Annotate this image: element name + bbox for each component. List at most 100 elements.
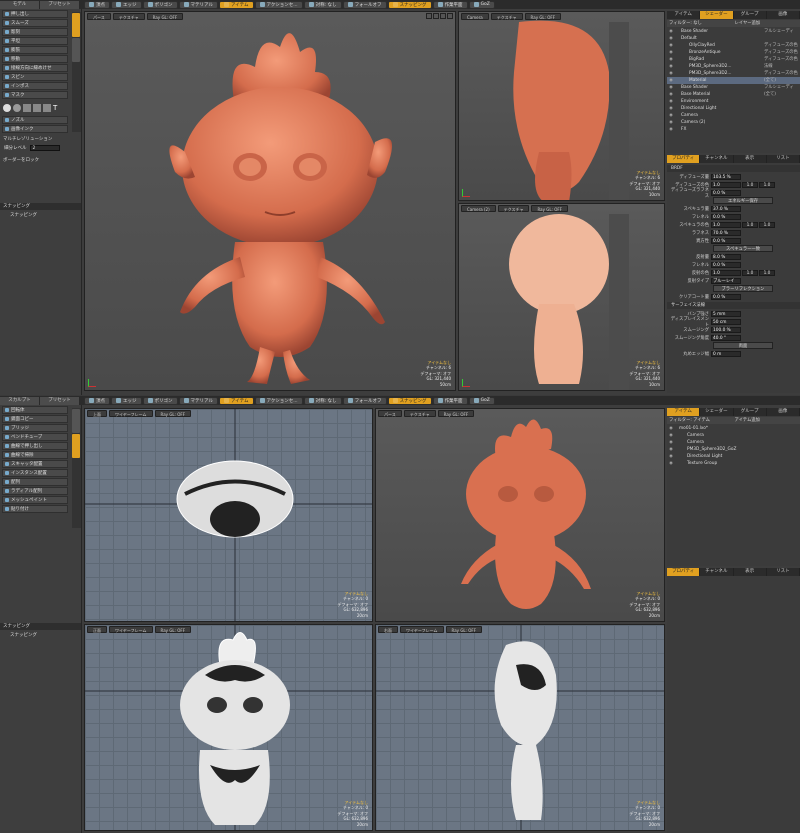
shader-tree-row[interactable]: ◉ Environment [667, 98, 800, 105]
text-icon[interactable]: T [53, 104, 61, 112]
mode-tab[interactable]: エッジ [111, 0, 142, 9]
property-value-field[interactable]: ブルーレイ [711, 277, 741, 284]
visibility-eye-icon[interactable]: ◉ [667, 453, 675, 460]
specular-match-button[interactable]: スペキュラー一致 [713, 245, 773, 252]
add-layer-dropdown[interactable]: レイヤー追加 [735, 20, 800, 27]
vtab-mesh[interactable] [72, 434, 80, 458]
tool-button[interactable]: 鏡面コピー [2, 415, 68, 423]
tool-button[interactable]: 彫刻 [2, 28, 68, 36]
add-item-dropdown[interactable]: アイテム追加 [735, 417, 800, 424]
property-value-field[interactable]: 50 cm [711, 318, 741, 325]
mode-tab[interactable]: アイテム [218, 0, 254, 9]
property-value-field[interactable]: 0.0 % [711, 189, 741, 196]
item-tree-row[interactable]: ◉ Camera [667, 439, 800, 446]
visibility-eye-icon[interactable]: ◉ [667, 35, 675, 42]
property-value-field[interactable]: 8.0 % [711, 253, 741, 260]
mode-tab[interactable]: ポリゴン [142, 396, 178, 405]
shader-tree-row[interactable]: ◉ Base Shader フルシェーディ [667, 28, 800, 35]
item-tree-row[interactable]: ◉ mo01-01.lxo* [667, 425, 800, 432]
shader-tree-row[interactable]: ◉ OllyClayRed ディフューズの色 [667, 42, 800, 49]
item-tree-row[interactable]: ◉ PM3D_Sphere3D2_GoZ [667, 446, 800, 453]
tool-button[interactable]: 膨張 [2, 46, 68, 54]
prop-tab[interactable]: 表示 [734, 155, 767, 163]
mode-tab[interactable]: アイテム [218, 396, 254, 405]
property-value-field[interactable]: 5 mm [711, 310, 741, 317]
visibility-eye-icon[interactable]: ◉ [667, 439, 675, 446]
nozzle-tool[interactable]: ノズル [2, 116, 68, 124]
tab-groups[interactable]: グループ [734, 11, 767, 19]
tool-button[interactable]: ラディアル配列 [2, 487, 68, 495]
visibility-eye-icon[interactable]: ◉ [667, 84, 675, 91]
subdiv-field[interactable]: 2 [29, 145, 60, 151]
shader-tree-row[interactable]: ◉ Directional Light [667, 105, 800, 112]
visibility-eye-icon[interactable]: ◉ [667, 77, 675, 84]
visibility-eye-icon[interactable]: ◉ [667, 432, 675, 439]
tab-images[interactable]: 画像 [767, 408, 800, 416]
tool-button[interactable]: 押し出し [2, 10, 68, 18]
tab-shader[interactable]: シェーダー [700, 408, 734, 416]
shader-tree-row[interactable]: ◉ FX [667, 126, 800, 133]
tool-button[interactable]: 移動 [2, 55, 68, 63]
shader-tree-row[interactable]: ◉ Base Shader フルシェーディ [667, 84, 800, 91]
front-view-viewport[interactable]: 正面 ワイヤーフレーム Ray GL: OFF アイテムなし チャンネル: 0 デフ… [84, 624, 373, 831]
shader-tree-row[interactable]: ◉ Material (全て) [667, 77, 800, 84]
mode-tab[interactable]: アクションセ... [254, 396, 303, 405]
shader-tree-row[interactable]: ◉ Camera (2) [667, 119, 800, 126]
tool-button[interactable]: スキャッタ配置 [2, 460, 68, 468]
property-value-field[interactable]: 1.0 [711, 269, 741, 276]
blur-reflection-button[interactable]: ブラーリフレクション [713, 285, 773, 292]
tool-button[interactable]: ブリッジ [2, 424, 68, 432]
tab-presets[interactable]: プリセット [40, 0, 80, 9]
snapping-item[interactable]: スナッピング [10, 212, 71, 218]
tab-items[interactable]: アイテム [667, 408, 701, 416]
property-value-field[interactable]: 0.0 % [711, 213, 741, 220]
visibility-eye-icon[interactable]: ◉ [667, 28, 675, 35]
tool-button[interactable]: 配列 [2, 478, 68, 486]
vtab-sculpt[interactable] [72, 409, 80, 433]
visibility-eye-icon[interactable]: ◉ [667, 49, 675, 56]
mode-tab[interactable]: スナッピング [387, 0, 432, 9]
visibility-eye-icon[interactable]: ◉ [667, 126, 675, 133]
mode-tab[interactable]: 頂点 [84, 396, 110, 405]
brush-icon[interactable] [13, 104, 21, 112]
mode-tab[interactable]: 対称: なし [303, 0, 342, 9]
tab-presets[interactable]: プリセット [40, 396, 80, 405]
visibility-eye-icon[interactable]: ◉ [667, 112, 675, 119]
prop-tab[interactable]: プロパティ [667, 568, 701, 576]
mode-tab[interactable]: アクションセ... [254, 0, 303, 9]
property-value-field[interactable]: 0.0 % [711, 293, 741, 300]
property-value-field[interactable]: 100.0 % [711, 326, 741, 333]
double-sided-button[interactable]: 両面 [713, 342, 773, 349]
visibility-eye-icon[interactable]: ◉ [667, 425, 675, 432]
tab-images[interactable]: 画像 [767, 11, 800, 19]
prop-tab[interactable]: チャンネル [700, 155, 734, 163]
mode-tab[interactable]: 作業平面 [432, 0, 468, 9]
property-value-field[interactable]: 40.0 ° [711, 334, 741, 341]
mode-tab[interactable]: マテリアル [178, 396, 218, 405]
tab-model[interactable]: モデル [0, 0, 40, 9]
visibility-eye-icon[interactable]: ◉ [667, 70, 675, 77]
tool-button[interactable]: スピン [2, 73, 68, 81]
image-ink-tool[interactable]: 画像インク [2, 125, 68, 133]
tab-shader[interactable]: シェーダー [700, 11, 734, 19]
tool-button[interactable]: 貼り付け [2, 505, 68, 513]
prop-tab[interactable]: 表示 [734, 568, 767, 576]
visibility-eye-icon[interactable]: ◉ [667, 460, 675, 467]
item-tree-row[interactable]: ◉ Camera [667, 432, 800, 439]
brush-icon[interactable] [23, 104, 31, 112]
property-value-field[interactable]: 1.0 [711, 221, 741, 228]
mode-tab[interactable]: エッジ [111, 396, 142, 405]
perspective-viewport[interactable]: パース テクスチャ Ray GL: OFF アイテムなし チャンネル: 6 デフ… [84, 11, 456, 391]
visibility-eye-icon[interactable]: ◉ [667, 91, 675, 98]
visibility-eye-icon[interactable]: ◉ [667, 98, 675, 105]
prop-tab[interactable]: プロパティ [667, 155, 701, 163]
visibility-eye-icon[interactable]: ◉ [667, 56, 675, 63]
shader-tree-row[interactable]: ◉ PM3D_Sphere3D2... 法線 [667, 63, 800, 70]
tool-button[interactable]: 曲線で押し出し [2, 442, 68, 450]
property-value-field[interactable]: 70.0 % [711, 229, 741, 236]
brush-icon[interactable] [33, 104, 41, 112]
shader-tree-row[interactable]: ◉ Default [667, 35, 800, 42]
item-tree-row[interactable]: ◉ Directional Light [667, 453, 800, 460]
energy-button[interactable]: エネルギー保存 [713, 197, 773, 204]
visibility-eye-icon[interactable]: ◉ [667, 446, 675, 453]
